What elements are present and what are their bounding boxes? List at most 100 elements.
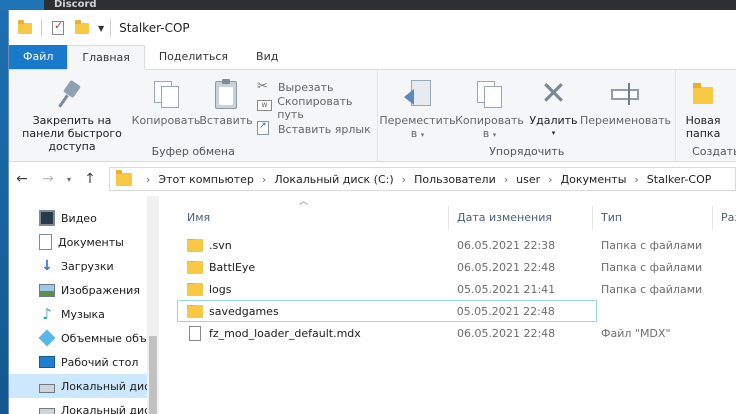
copy-to-label: Копировать в ▾ (455, 114, 524, 140)
breadcrumb-separator-icon[interactable]: › (146, 173, 150, 186)
column-type[interactable]: Тип (593, 206, 713, 230)
sidebar-item-label: Документы (58, 235, 124, 249)
column-size[interactable]: Размер (713, 206, 736, 230)
sidebar-item-3d-objects[interactable]: Объемные объекты (9, 326, 159, 350)
breadcrumb-users[interactable]: Пользователи (414, 173, 496, 186)
breadcrumb-separator-icon[interactable]: › (262, 173, 266, 186)
copy-icon (150, 78, 182, 110)
ribbon: Закрепить на панели быстрого доступа Коп… (9, 70, 736, 162)
drive-icon (39, 383, 55, 393)
file-icon (189, 325, 201, 341)
shortcut-icon (257, 121, 273, 137)
file-name: BattlEye (209, 260, 256, 274)
main-area: Видео Документы ↓ Загрузки Изображения ♪… (9, 196, 736, 414)
paste-button[interactable]: Вставить (199, 78, 253, 127)
copy-to-button[interactable]: Копировать в ▾ (452, 78, 526, 142)
window-title: Stalker-COP (119, 21, 190, 35)
table-row[interactable]: BattlEye 06.05.2021 22:48 Папка с файлам… (159, 256, 736, 278)
table-row-hovered[interactable]: savedgames 05.05.2021 22:48 (177, 300, 597, 322)
properties-icon[interactable] (50, 19, 66, 36)
sidebar-item-label: Рабочий стол (61, 355, 139, 369)
file-date: 06.05.2021 22:48 (457, 260, 556, 274)
breadcrumb-separator-icon[interactable]: › (504, 173, 508, 186)
copy-to-icon (473, 78, 505, 110)
file-name: fz_mod_loader_default.mdx (209, 326, 361, 340)
file-name: logs (209, 282, 232, 296)
table-row[interactable]: .svn 06.05.2021 22:38 Папка с файлами (159, 234, 736, 256)
sidebar-item-local-disk-c[interactable]: Локальный диск (C:) (9, 374, 159, 398)
file-name: savedgames (209, 304, 279, 318)
new-folder-label: Новая папка (685, 114, 721, 140)
sidebar-item-video[interactable]: Видео (9, 206, 159, 230)
column-date-modified[interactable]: Дата изменения (449, 206, 593, 230)
desktop-icon (39, 356, 55, 368)
paste-shortcut-label: Вставить ярлык (278, 122, 371, 136)
address-bar[interactable]: › Этот компьютер › Локальный диск (C:) ›… (109, 167, 736, 191)
table-row[interactable]: fz_mod_loader_default.mdx 06.05.2021 22:… (159, 322, 736, 344)
rename-button[interactable]: Переименовать (579, 78, 672, 127)
sidebar-item-local-disk-d[interactable]: Локальный диск (D:) (9, 398, 159, 414)
sidebar-item-label: Объемные объекты (61, 331, 159, 345)
scissors-icon: ✂ (257, 79, 268, 94)
clipboard-icon (210, 78, 242, 110)
file-date: 05.05.2021 21:41 (457, 282, 556, 296)
file-list: ︿ Имя Дата изменения Тип Размер .svn 06.… (159, 196, 736, 414)
file-type: Папка с файлами (601, 260, 703, 274)
tab-file[interactable]: Файл (9, 45, 68, 69)
breadcrumb-local-disk[interactable]: Локальный диск (C:) (274, 173, 393, 186)
sidebar-item-label: Загрузки (61, 259, 114, 273)
sidebar-item-downloads[interactable]: ↓ Загрузки (9, 254, 159, 278)
back-arrow-icon[interactable]: ← (9, 171, 35, 187)
new-folder-icon (687, 78, 719, 110)
paste-label: Вставить (199, 114, 253, 127)
explorer-window: ▼ Stalker-COP Файл Главная Поделиться Ви… (8, 10, 736, 414)
scrollbar-thumb[interactable] (149, 336, 157, 414)
breadcrumb-this-pc[interactable]: Этот компьютер (158, 173, 254, 186)
sidebar-item-desktop[interactable]: Рабочий стол (9, 350, 159, 374)
breadcrumb-stalker-cop[interactable]: Stalker-COP (647, 173, 712, 186)
cut-button[interactable]: ✂ Вырезать (257, 78, 333, 96)
copy-path-button[interactable]: W Скопировать путь (257, 95, 377, 121)
paste-shortcut-button[interactable]: Вставить ярлык (257, 120, 371, 138)
breadcrumb-user[interactable]: user (516, 173, 540, 186)
column-name[interactable]: Имя (159, 206, 449, 230)
clipboard-group: Закрепить на панели быстрого доступа Коп… (9, 70, 379, 162)
recent-locations-chevron-icon[interactable]: ▾ (61, 175, 77, 184)
delete-dropdown-chevron-icon[interactable]: ▾ (552, 127, 556, 140)
rename-icon (609, 78, 641, 110)
sidebar-item-label: Видео (61, 211, 97, 225)
organize-group: Переместить в ▾ Копировать в ▾ ✕ Удалить… (378, 70, 677, 162)
folder-icon (187, 304, 203, 318)
file-type: Папка с файлами (601, 282, 703, 296)
navigation-bar: ← → ▾ ↑ › Этот компьютер › Локальный дис… (9, 162, 736, 196)
sidebar-item-documents[interactable]: Документы (9, 230, 159, 254)
delete-button[interactable]: ✕ Удалить ▾ (528, 77, 578, 140)
new-folder-quick-icon[interactable] (74, 19, 90, 36)
breadcrumb-separator-icon[interactable]: › (548, 173, 552, 186)
create-group: Новая папка Создать (676, 70, 736, 162)
tab-home[interactable]: Главная (67, 45, 145, 70)
breadcrumb-separator-icon[interactable]: › (634, 173, 638, 186)
pin-quick-access-button[interactable]: Закрепить на панели быстрого доступа (13, 78, 131, 153)
navigation-pane-scrollbar[interactable] (147, 196, 159, 414)
tab-view[interactable]: Вид (242, 45, 292, 69)
rename-label: Переименовать (579, 114, 672, 127)
move-to-icon (401, 78, 433, 110)
breadcrumb-documents[interactable]: Документы (561, 173, 627, 186)
folder-icon (187, 282, 203, 296)
sidebar-item-music[interactable]: ♪ Музыка (9, 302, 159, 326)
images-icon (39, 283, 55, 297)
navigation-pane: Видео Документы ↓ Загрузки Изображения ♪… (9, 196, 159, 414)
new-folder-button[interactable]: Новая папка (678, 78, 728, 140)
table-row[interactable]: logs 05.05.2021 21:41 Папка с файлами (159, 278, 736, 300)
forward-arrow-icon[interactable]: → (35, 171, 61, 187)
copy-button[interactable]: Копировать (132, 78, 200, 127)
move-to-button[interactable]: Переместить в ▾ (379, 78, 456, 142)
copy-path-icon: W (257, 100, 272, 116)
tab-share[interactable]: Поделиться (145, 45, 242, 69)
customize-toolbar-chevron-icon[interactable]: ▼ (98, 24, 104, 33)
sidebar-item-images[interactable]: Изображения (9, 278, 159, 302)
copy-path-label: Скопировать путь (277, 95, 353, 121)
breadcrumb-separator-icon[interactable]: › (402, 173, 406, 186)
up-arrow-icon[interactable]: ↑ (77, 171, 103, 187)
